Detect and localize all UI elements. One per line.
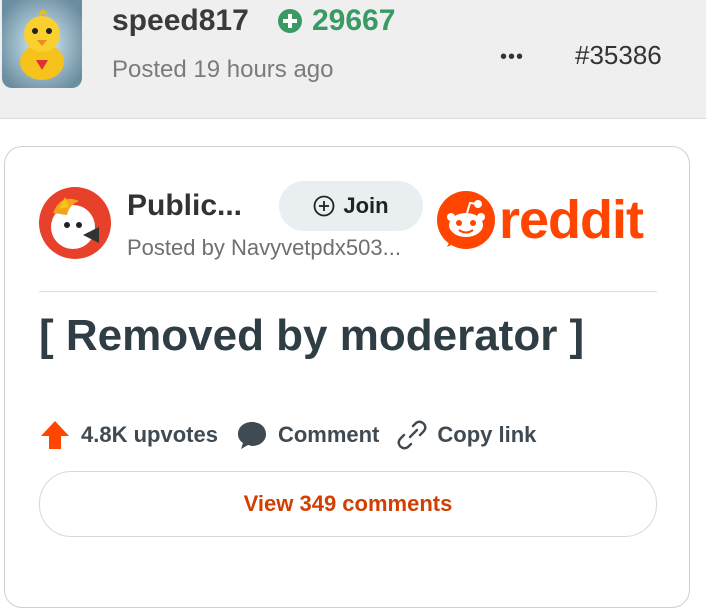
upvote-arrow-icon <box>41 421 69 449</box>
join-button[interactable]: Join <box>279 181 423 231</box>
post-title[interactable]: [ Removed by moderator ] <box>39 311 584 361</box>
reputation-value: 29667 <box>312 4 396 37</box>
posted-by: Posted by Navyvetpdx503... <box>127 235 401 260</box>
embedded-reddit-card: Public... Posted by Navyvetpdx503... Joi… <box>4 146 690 608</box>
username[interactable]: speed817 <box>112 4 249 38</box>
copy-link-button[interactable]: Copy link <box>397 420 536 450</box>
join-label: Join <box>343 193 389 218</box>
reddit-logo[interactable]: reddit <box>437 190 644 250</box>
upvote-count: 4.8K upvotes <box>81 422 218 447</box>
comment-label: Comment <box>277 422 380 447</box>
comment-button[interactable]: Comment <box>236 419 379 451</box>
subreddit-name[interactable]: Public... <box>127 189 242 223</box>
more-icon[interactable]: ••• <box>500 46 524 69</box>
post-header: speed817 29667 Posted 19 hours ago ••• #… <box>0 0 706 119</box>
user-avatar[interactable] <box>2 0 82 88</box>
posted-time: Posted 19 hours ago <box>112 56 334 83</box>
divider <box>39 291 657 292</box>
action-bar: 4.8K upvotes Comment Copy link <box>39 419 554 451</box>
copy-link-label: Copy link <box>437 422 537 447</box>
upvote-button[interactable]: 4.8K upvotes <box>39 419 218 451</box>
plus-circle-icon <box>278 9 302 33</box>
subreddit-avatar[interactable] <box>39 187 111 259</box>
reputation: 29667 <box>278 4 395 38</box>
reddit-snoo-icon <box>437 191 495 249</box>
join-plus-icon <box>313 195 335 217</box>
comment-bubble-icon <box>237 422 266 449</box>
view-comments-button[interactable]: View 349 comments <box>39 471 657 537</box>
reddit-wordmark: reddit <box>499 190 644 250</box>
post-id[interactable]: #35386 <box>575 40 662 71</box>
link-icon <box>397 420 427 450</box>
